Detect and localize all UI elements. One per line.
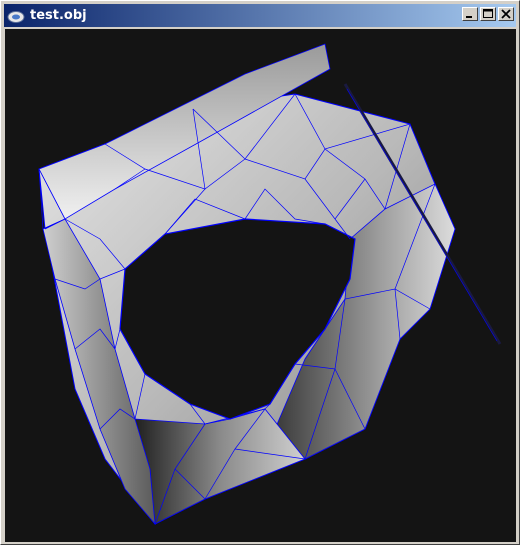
window-controls bbox=[460, 7, 514, 21]
title-bar[interactable]: test.obj bbox=[4, 4, 516, 27]
minimize-icon bbox=[466, 16, 472, 18]
3d-viewport[interactable] bbox=[5, 29, 516, 542]
mesh-render bbox=[38, 43, 502, 526]
maximize-icon bbox=[483, 9, 493, 18]
close-button[interactable] bbox=[498, 7, 514, 21]
app-window: test.obj bbox=[0, 0, 520, 545]
minimize-button[interactable] bbox=[462, 7, 478, 21]
window-title: test.obj bbox=[30, 8, 87, 23]
app-window-icon[interactable] bbox=[7, 9, 25, 23]
close-icon bbox=[501, 9, 511, 19]
maximize-button[interactable] bbox=[480, 7, 496, 21]
